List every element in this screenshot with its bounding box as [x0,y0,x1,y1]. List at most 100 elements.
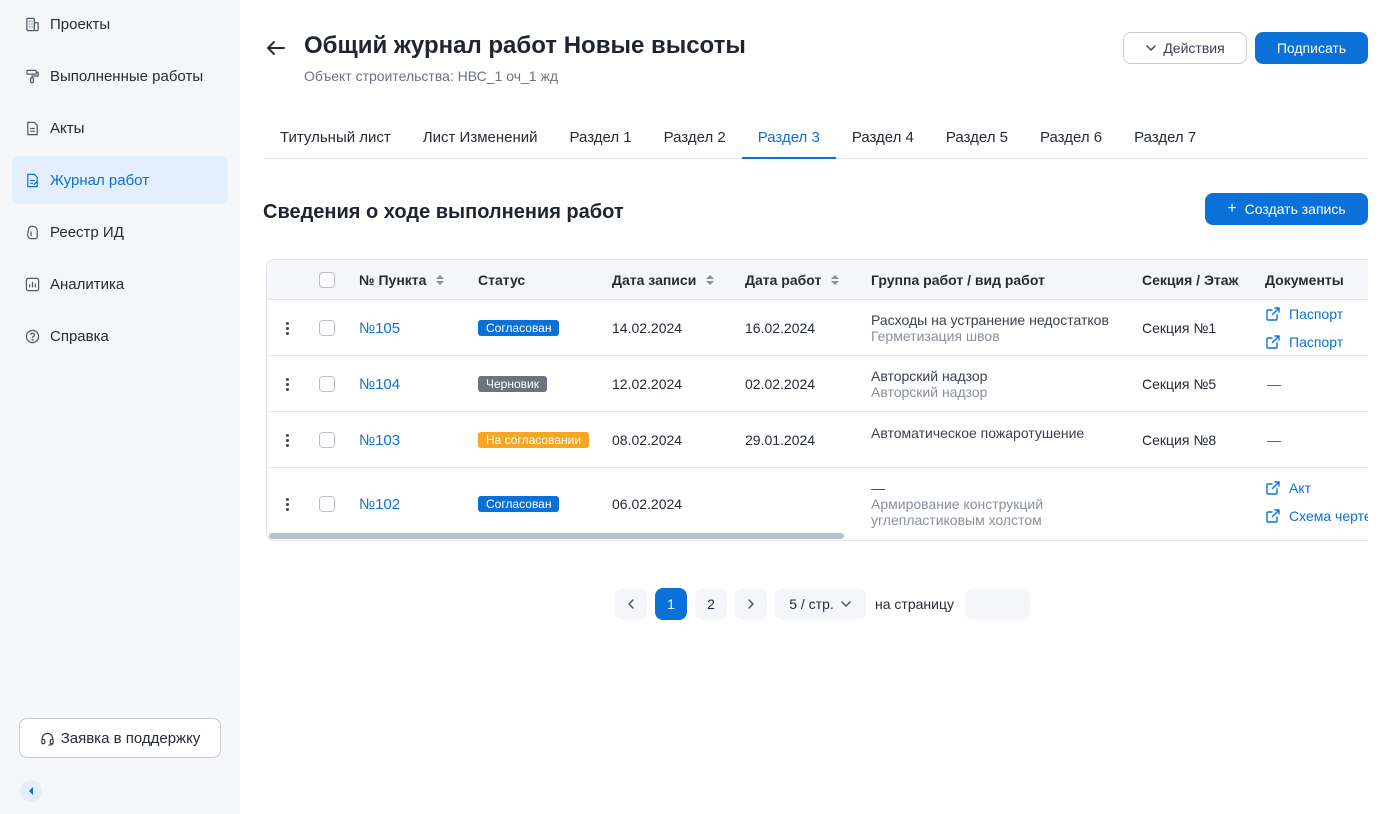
arrow-left-icon [264,36,288,60]
sidebar-item-label: Реестр ИД [50,223,124,241]
document-link[interactable]: Паспорт [1265,304,1343,324]
journal-icon [24,172,40,188]
work-group: Расходы на устранение недостатков [871,312,1109,328]
number-cell: №104 [359,356,400,412]
help-icon [24,328,40,344]
record-number-link[interactable]: №103 [359,432,400,449]
sidebar-item-label: Выполненные работы [50,67,204,85]
tab-change-sheet[interactable]: Лист Изменений [407,116,554,158]
table-row: №102 Согласован 06.02.2024 — Армирование… [267,468,1368,540]
record-number-link[interactable]: №105 [359,320,400,337]
page-button-1[interactable]: 1 [655,588,687,620]
more-vertical-icon[interactable] [277,318,297,338]
back-button[interactable] [264,36,288,60]
sidebar-item-analytics[interactable]: Аналитика [12,260,228,308]
row-select-cell [319,356,335,412]
plus-icon: + [1227,200,1237,217]
more-vertical-icon[interactable] [277,430,297,450]
work-kind: Авторский надзор [871,384,988,400]
goto-page-label: на страницу [875,596,954,612]
support-request-button[interactable]: Заявка в поддержку [19,718,221,758]
sidebar: Проекты Выполненные работы Акты Журнал р… [0,0,240,814]
external-link-icon [1265,508,1281,524]
sidebar-nav: Проекты Выполненные работы Акты Журнал р… [12,0,228,364]
column-header-section: Секция / Этаж [1142,260,1238,300]
tab-section-7[interactable]: Раздел 7 [1118,116,1212,158]
prev-page-button[interactable] [615,588,647,620]
column-header-group: Группа работ / вид работ [871,260,1045,300]
collapse-sidebar-button[interactable] [20,780,42,802]
more-vertical-icon[interactable] [277,374,297,394]
column-header-record-date[interactable]: Дата записи [612,260,715,300]
column-header-label: Дата записи [612,272,697,288]
sidebar-item-label: Журнал работ [50,171,150,189]
page-size-select[interactable]: 5 / стр. [775,588,866,620]
status-badge: На согласовании [478,432,590,448]
sidebar-item-work-journal[interactable]: Журнал работ [12,156,228,204]
external-link-icon [1265,306,1281,322]
row-menu-cell [277,300,297,356]
create-record-button[interactable]: + Создать запись [1205,193,1368,225]
documents-empty: — [1267,376,1281,392]
status-cell: Черновик [478,356,547,412]
section-floor: Секция №8 [1142,432,1217,448]
section-floor: Секция №5 [1142,376,1217,392]
sidebar-item-acts[interactable]: Акты [12,104,228,152]
horizontal-scrollbar[interactable] [269,533,844,539]
document-link[interactable]: Схема черте [1265,506,1368,526]
record-number-link[interactable]: №102 [359,496,400,513]
page-title: Общий журнал работ Новые высоты [304,32,746,59]
record-date: 12.02.2024 [612,376,683,392]
table-row: №104 Черновик 12.02.2024 02.02.2024 Авто… [267,356,1368,412]
tab-section-4[interactable]: Раздел 4 [836,116,930,158]
headset-icon [40,731,55,746]
work-group: — [871,480,885,496]
sidebar-item-registry[interactable]: Реестр ИД [12,208,228,256]
sidebar-item-label: Справка [50,327,109,345]
tab-section-6[interactable]: Раздел 6 [1024,116,1118,158]
column-header-work-date[interactable]: Дата работ [745,260,840,300]
page-button-2[interactable]: 2 [695,588,727,620]
tab-section-1[interactable]: Раздел 1 [554,116,648,158]
tab-section-5[interactable]: Раздел 5 [930,116,1024,158]
records-table: № Пункта Статус Дата записи Дата работ Г… [266,259,1368,541]
sidebar-item-help[interactable]: Справка [12,312,228,360]
roller-icon [24,68,40,84]
work-group: Автоматическое пожаротушение [871,425,1085,441]
page-subtitle: Объект строительства: НВС_1 оч_1 жд [304,68,558,84]
document-link[interactable]: Акт [1265,478,1311,498]
goto-page-input[interactable] [966,588,1030,620]
record-number-link[interactable]: №104 [359,376,400,393]
sign-button[interactable]: Подписать [1255,32,1368,64]
column-header-label: Группа работ / вид работ [871,272,1045,288]
more-vertical-icon[interactable] [277,494,297,514]
next-page-button[interactable] [735,588,767,620]
column-header-status: Статус [478,260,525,300]
document-link[interactable]: Паспорт [1265,332,1343,352]
actions-dropdown-button[interactable]: Действия [1123,32,1247,64]
section-title: Сведения о ходе выполнения работ [263,201,624,223]
work-date: 16.02.2024 [745,320,816,336]
building-icon [24,16,40,32]
tab-section-2[interactable]: Раздел 2 [648,116,742,158]
status-cell: Согласован [478,468,560,540]
table-row: №105 Согласован 14.02.2024 16.02.2024 Ра… [267,300,1368,356]
tab-title-page[interactable]: Титульный лист [264,116,407,158]
row-checkbox[interactable] [319,320,335,336]
page-size-value: 5 / стр. [789,596,834,612]
registry-icon [24,224,40,240]
sidebar-item-completed-works[interactable]: Выполненные работы [12,52,228,100]
sidebar-item-projects[interactable]: Проекты [12,0,228,48]
select-all-checkbox[interactable] [319,272,335,288]
column-header-number[interactable]: № Пункта [359,260,445,300]
tab-section-3[interactable]: Раздел 3 [741,116,836,159]
group-cell: — Армирование конструкций углепластиковы… [871,480,1043,532]
create-record-label: Создать запись [1244,201,1346,217]
work-date: 29.01.2024 [745,432,816,448]
group-cell: Расходы на устранение недостатков Гермет… [871,300,1109,356]
row-checkbox[interactable] [319,496,335,512]
row-checkbox[interactable] [319,376,335,392]
row-checkbox[interactable] [319,432,335,448]
row-select-cell [319,300,335,356]
status-badge: Согласован [478,496,560,512]
